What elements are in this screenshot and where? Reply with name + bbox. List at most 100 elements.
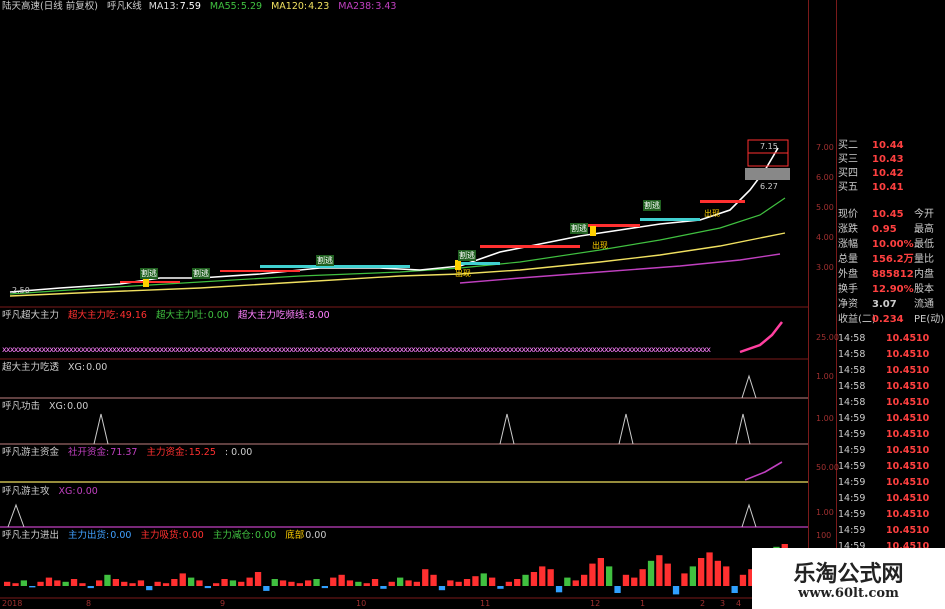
panel5-title[interactable]: 呼凡游主攻 <box>2 486 50 497</box>
volume-bar <box>154 581 161 586</box>
axis-quote-divider <box>836 0 837 609</box>
volume-bar <box>547 569 554 586</box>
price-axis-4: 4.00 <box>816 233 834 242</box>
quote-info-value: 885812 <box>872 269 914 280</box>
volume-bar <box>631 577 638 586</box>
quote-info-value: 10.45 <box>872 209 904 220</box>
panel2-title[interactable]: 超大主力吃透 <box>2 362 59 373</box>
marker-2: 割逃 <box>192 268 210 279</box>
panel4-title[interactable]: 呼凡游主资金 <box>2 447 59 458</box>
volume-bar <box>137 580 145 586</box>
panel3-spike-4 <box>735 413 751 445</box>
panel3-spike-2 <box>499 413 515 445</box>
quote-info-value: 156.2万 <box>872 254 914 265</box>
panel5-axis: 1.00 <box>816 508 834 517</box>
tick-time: 14:59 <box>838 461 866 472</box>
volume-bars <box>4 544 788 595</box>
quote-buy-value: 10.41 <box>872 182 904 193</box>
volume-bar <box>263 586 270 591</box>
volume-bar <box>497 586 504 589</box>
price-callout-high: 7.15 <box>760 142 778 151</box>
volume-bar <box>121 581 128 586</box>
volume-bar <box>489 577 496 586</box>
volume-bar <box>4 581 11 586</box>
chart-axis-divider <box>808 0 809 609</box>
tick-volume: 10 <box>916 461 930 472</box>
quote-buy-label: 买四 <box>838 168 858 179</box>
volume-bar <box>447 580 454 586</box>
panel2-axis: 1.00 <box>816 372 834 381</box>
volume-bar <box>213 583 220 586</box>
tick-time: 14:59 <box>838 493 866 504</box>
panel5-l1: XG: <box>58 486 76 497</box>
quote-buy-row[interactable]: 买二 10.44 <box>838 140 945 152</box>
panel6-axis: 100 <box>816 531 832 540</box>
volume-bar <box>397 577 404 586</box>
panel4-l2: 主力资金: <box>146 447 188 458</box>
volume-bar <box>96 580 103 586</box>
tick-price: 10.45 <box>886 413 917 424</box>
quote-info-label: 总量 <box>838 254 858 265</box>
volume-bar <box>129 583 136 586</box>
volume-bar <box>279 580 287 586</box>
volume-bar <box>422 569 429 586</box>
quote-info-right: 最低 <box>914 239 934 250</box>
quote-info-right: 股本 <box>914 284 934 295</box>
volume-bar <box>622 574 630 586</box>
volume-bar <box>20 580 27 586</box>
watermark: 乐淘公式网 www.60lt.com <box>752 548 945 609</box>
quote-buy-row[interactable]: 买五 10.41 <box>838 182 945 194</box>
panel2-header: 超大主力吃透 XG:0.00 <box>2 362 113 374</box>
volume-bar <box>371 579 379 586</box>
volume-bar <box>723 566 730 586</box>
marker-1: 割逃 <box>140 268 158 279</box>
quote-buy-row[interactable]: 买四 10.42 <box>838 168 945 180</box>
panel1-l1: 超大主力吃: <box>68 310 119 321</box>
date-3: 3 <box>720 599 726 608</box>
marker-5: 割逃 <box>570 223 588 234</box>
tick-volume: 10 <box>916 333 930 344</box>
tick-row: 14:58 10.45 10 <box>838 396 945 409</box>
tick-row: 14:59 10.45 10 <box>838 428 945 441</box>
tick-time: 14:59 <box>838 429 866 440</box>
quote-buy-row[interactable]: 买三 10.43 <box>838 154 945 166</box>
panel4-header: 呼凡游主资金 社开资金:71.37 主力资金:15.25 : 0.00 <box>2 447 258 459</box>
tick-time: 14:58 <box>838 381 866 392</box>
tick-row: 14:58 10.45 10 <box>838 380 945 393</box>
panel3-spike-1 <box>93 413 109 445</box>
volume-bar <box>313 579 320 586</box>
tick-row: 14:58 10.45 10 <box>838 332 945 345</box>
price-callout-grey <box>745 168 790 180</box>
volume-bar <box>179 573 186 586</box>
volume-bar <box>706 552 713 586</box>
volume-bar <box>146 586 153 591</box>
volume-bar <box>480 573 487 586</box>
panel3-title[interactable]: 呼凡功击 <box>2 401 40 412</box>
volume-bar <box>204 586 211 589</box>
volume-bar <box>271 579 278 586</box>
tick-volume: 10 <box>916 413 930 424</box>
date-2018: 2018 <box>2 599 23 608</box>
panel1-title[interactable]: 呼凡超大主力 <box>2 310 59 321</box>
panel3-l1: XG: <box>49 401 67 412</box>
date-11: 11 <box>480 599 491 608</box>
tick-row: 14:59 10.45 10 <box>838 444 945 457</box>
panel3-v1: 0.00 <box>67 401 89 412</box>
price-callout-low: 6.27 <box>760 182 778 191</box>
volume-bar <box>305 580 312 586</box>
tick-price: 10.45 <box>886 493 917 504</box>
kline-chart[interactable] <box>0 0 808 609</box>
volume-bar <box>162 583 170 586</box>
ma238-line <box>459 253 781 284</box>
volume-bar <box>664 563 671 586</box>
panel1-l2: 超大主力吐: <box>155 310 207 321</box>
panel6-v2: 0.00 <box>182 530 204 541</box>
quote-info-row: 净资 3.07 流通 <box>838 299 945 311</box>
volume-bar <box>455 581 462 586</box>
tick-volume: 10 <box>916 525 930 536</box>
price-axis-6: 6.00 <box>816 173 834 182</box>
quote-info-value: 12.90% <box>872 284 914 295</box>
panel6-l2: 主力吸货: <box>140 530 182 541</box>
volume-bar <box>606 566 613 586</box>
panel6-title[interactable]: 呼凡主力进出 <box>2 530 59 541</box>
